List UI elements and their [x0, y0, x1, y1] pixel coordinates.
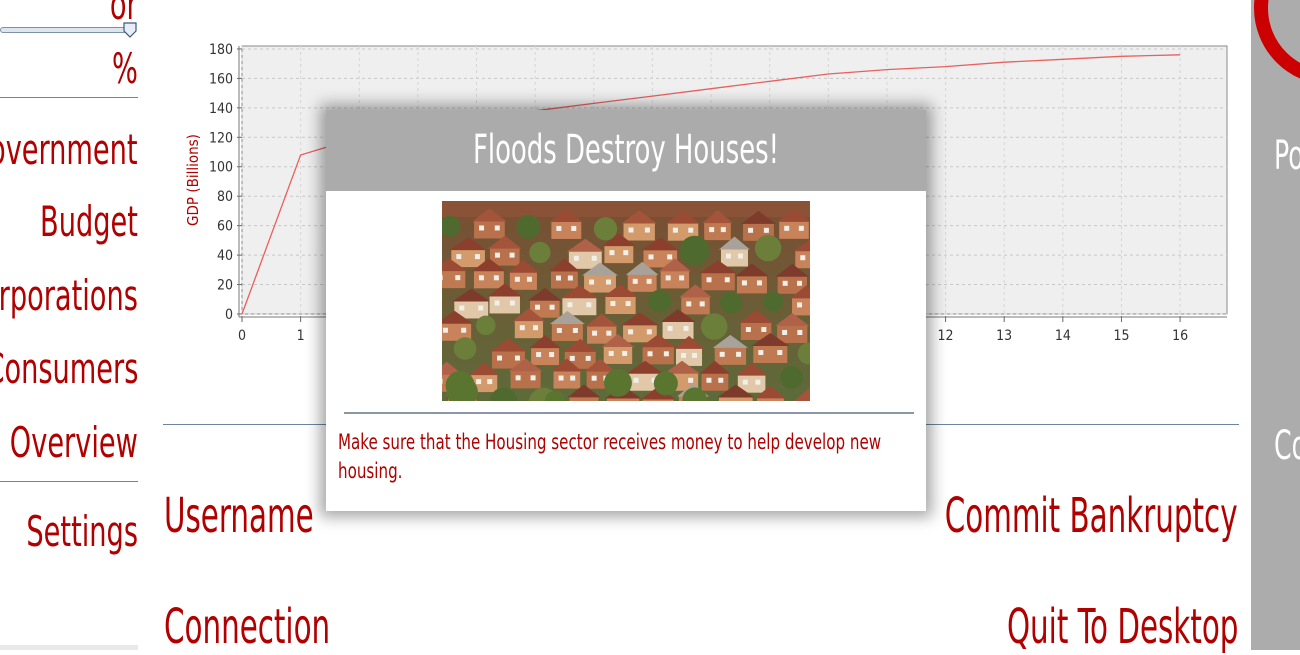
sidebar-scroll-edge	[0, 645, 138, 650]
x-tick-label: 14	[1055, 328, 1071, 344]
x-tick-label: 1	[297, 328, 305, 344]
y-tick-label: 20	[217, 278, 233, 294]
sidebar-divider	[0, 97, 138, 98]
x-tick-label: 0	[238, 328, 246, 344]
connection-button[interactable]: Connection	[164, 603, 330, 651]
y-tick-label: 120	[209, 130, 233, 146]
popup-divider	[344, 412, 914, 414]
sidebar-item-consumers[interactable]: Consumers	[0, 348, 138, 390]
commit-bankruptcy-button[interactable]: Commit Bankruptcy	[945, 492, 1238, 540]
sidebar-item-corporations[interactable]: Corporations	[0, 275, 138, 317]
y-tick-label: 40	[217, 248, 233, 264]
right-panel: Po Co	[1251, 0, 1300, 650]
quit-to-desktop-button[interactable]: Quit To Desktop	[1007, 603, 1238, 651]
y-tick-label: 140	[209, 101, 233, 117]
right-panel-label-1: Po	[1274, 136, 1300, 176]
popup-message: Make sure that the Housing sector receiv…	[338, 428, 890, 486]
sidebar-item-budget[interactable]: Budget	[40, 201, 138, 243]
y-tick-label: 180	[209, 42, 233, 58]
houses-photo	[442, 201, 810, 401]
y-tick-label: 60	[217, 219, 233, 235]
x-tick-label: 15	[1113, 328, 1129, 344]
x-tick-label: 13	[996, 328, 1012, 344]
slider-track[interactable]	[0, 27, 132, 33]
username-button[interactable]: Username	[164, 492, 314, 540]
percent-readout: %	[112, 48, 138, 90]
y-tick-label: 80	[217, 189, 233, 205]
event-popup[interactable]: Floods Destroy Houses! Make sure that th…	[326, 110, 926, 511]
red-ring-icon	[1251, 0, 1300, 100]
x-tick-label: 12	[938, 328, 954, 344]
x-tick-label: 16	[1172, 328, 1188, 344]
y-tick-label: 0	[225, 307, 233, 323]
right-panel-label-2: Co	[1274, 426, 1300, 466]
popup-title: Floods Destroy Houses!	[410, 130, 842, 170]
sidebar-item-government[interactable]: Government	[0, 129, 138, 171]
sidebar-divider	[0, 481, 138, 482]
y-tick-label: 100	[209, 160, 233, 176]
sidebar-item-settings[interactable]: Settings	[26, 511, 138, 553]
popup-header: Floods Destroy Houses!	[326, 110, 926, 191]
slider-thumb[interactable]	[123, 22, 137, 38]
y-axis-label: GDP (Billions)	[184, 134, 202, 226]
sidebar-item-overview[interactable]: Overview	[10, 422, 138, 464]
sidebar: or % Government Budget Corporations Cons…	[0, 0, 140, 650]
y-tick-label: 160	[209, 71, 233, 87]
